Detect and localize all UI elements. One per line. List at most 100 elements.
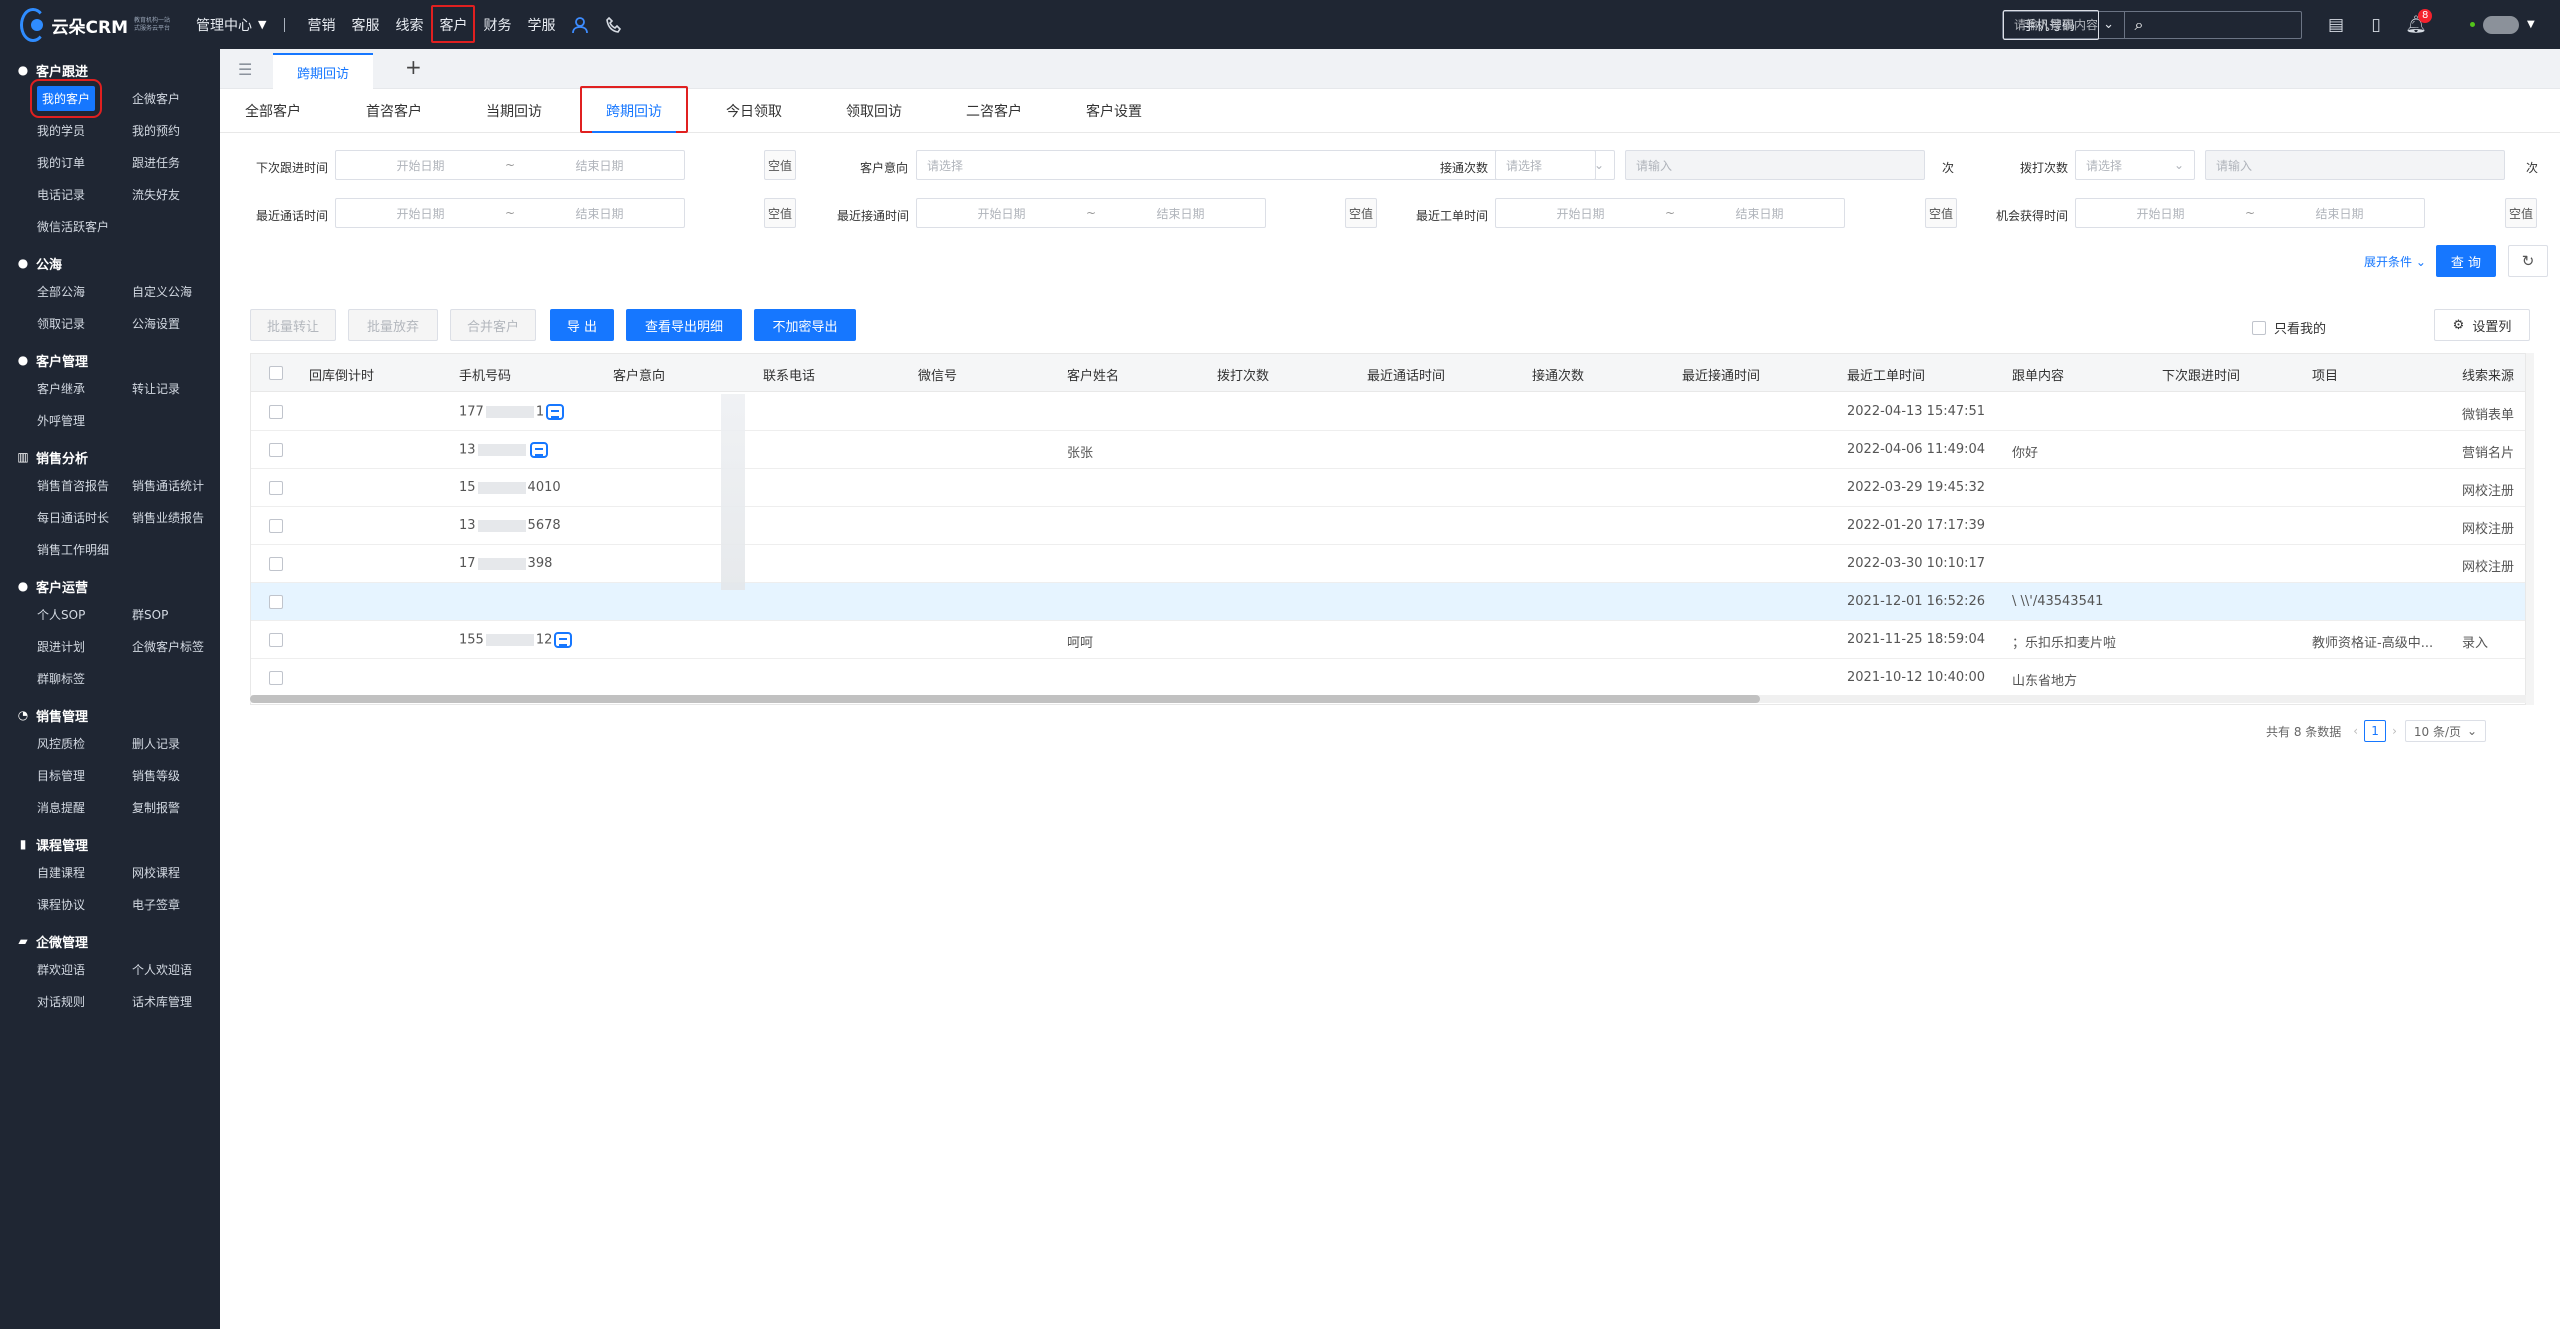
sidebar-item-chat-rules[interactable]: 对话规则	[0, 985, 110, 1017]
sidebar-item-lost-friends[interactable]: 流失好友	[110, 178, 220, 210]
subtab-first-consult[interactable]: 首咨客户	[366, 89, 422, 133]
search-input[interactable]: 请输入搜索内容	[2003, 9, 2100, 40]
view-export-details-button[interactable]: 查看导出明细	[626, 309, 742, 341]
sidebar-item-copy-alarm[interactable]: 复制报警	[110, 791, 220, 823]
table-row[interactable]: 177 1 2022-04-13 15:47:51 微销表单	[251, 393, 2525, 431]
col-recycle-countdown[interactable]: 回库倒计时	[309, 365, 374, 384]
next-follow-date-range[interactable]: 开始日期 ~ 结束日期	[335, 150, 685, 180]
sidebar-item-wecom-tags[interactable]: 企微客户标签	[110, 630, 220, 662]
select-all-checkbox[interactable]	[269, 366, 283, 380]
col-wechat[interactable]: 微信号	[918, 365, 957, 384]
intent-select[interactable]: 请选择	[916, 150, 1596, 180]
sidebar-item-risk-check[interactable]: 风控质检	[0, 727, 110, 759]
set-columns-button[interactable]: ⚙ 设置列	[2434, 309, 2530, 341]
row-checkbox[interactable]	[269, 519, 283, 533]
table-row[interactable]: 13 5678 2022-01-20 17:17:39 网校注册	[251, 507, 2525, 545]
last-connect-date-range[interactable]: 开始日期 ~ 结束日期	[916, 198, 1266, 228]
sidebar-item-daily-call-duration[interactable]: 每日通话时长	[0, 501, 110, 533]
sidebar-item-self-courses[interactable]: 自建课程	[0, 856, 110, 888]
sidebar-item-group-welcome[interactable]: 群欢迎语	[0, 953, 110, 985]
sidebar-item-sales-level[interactable]: 销售等级	[110, 759, 220, 791]
chance-time-null-button[interactable]: 空值	[2505, 198, 2537, 228]
sidebar-item-call-records[interactable]: 电话记录	[0, 178, 110, 210]
sidebar-item-call-stats[interactable]: 销售通话统计	[110, 469, 220, 501]
sidebar-item-e-signature[interactable]: 电子签章	[110, 888, 220, 920]
connect-count-operator-select[interactable]: 请选择 ⌄	[1495, 150, 1615, 180]
subtab-cross-period-visit[interactable]: 跨期回访	[580, 86, 688, 133]
table-row[interactable]: 2021-12-01 16:52:26 \ \\'/43543541	[251, 583, 2525, 621]
tab-cross-period-visit[interactable]: 跨期回访	[273, 53, 373, 89]
nav-customers[interactable]: 客户	[431, 0, 476, 49]
mobile-icon[interactable]: ▯	[2356, 15, 2396, 35]
nav-student-service[interactable]: 学服	[519, 0, 563, 49]
col-project[interactable]: 项目	[2312, 365, 2338, 384]
row-checkbox[interactable]	[269, 633, 283, 647]
sidebar-item-performance-report[interactable]: 销售业绩报告	[110, 501, 220, 533]
desktop-icon[interactable]: ▤	[2316, 15, 2356, 35]
sidebar-item-claim-records[interactable]: 领取记录	[0, 307, 110, 339]
page-size-select[interactable]: 10 条/页 ⌄	[2404, 720, 2487, 742]
sidebar-item-wecom-customers[interactable]: 企微客户	[110, 82, 220, 114]
table-row[interactable]: 17 398 2022-03-30 10:10:17 网校注册	[251, 545, 2525, 583]
manage-center-menu[interactable]: 管理中心 ▼	[188, 0, 278, 49]
last-ticket-null-button[interactable]: 空值	[1925, 198, 1957, 228]
sidebar-item-online-courses[interactable]: 网校课程	[110, 856, 220, 888]
col-last-call-time[interactable]: 最近通话时间	[1367, 365, 1445, 384]
customer-name-cell[interactable]: 呵呵	[1067, 632, 1093, 651]
table-row[interactable]: 2021-10-12 10:40:00 山东省地方	[251, 659, 2525, 697]
col-intent[interactable]: 客户意向	[613, 365, 665, 384]
row-checkbox[interactable]	[269, 557, 283, 571]
dial-phone-icon[interactable]	[529, 442, 548, 458]
col-phone[interactable]: 手机号码	[459, 365, 511, 384]
table-row[interactable]: 15 4010 2022-03-29 19:45:32 网校注册	[251, 469, 2525, 507]
user-menu[interactable]: ▼	[2470, 15, 2535, 34]
nav-leads[interactable]: 线索	[387, 0, 431, 49]
sidebar-item-personal-sop[interactable]: 个人SOP	[0, 598, 110, 630]
sidebar-item-wechat-active[interactable]: 微信活跃客户	[0, 210, 110, 242]
col-contact-phone[interactable]: 联系电话	[763, 365, 815, 384]
chance-time-date-range[interactable]: 开始日期 ~ 结束日期	[2075, 198, 2425, 228]
sidebar-item-my-appointments[interactable]: 我的预约	[110, 114, 220, 146]
row-checkbox[interactable]	[269, 443, 283, 457]
nav-finance[interactable]: 财务	[475, 0, 519, 49]
user-icon[interactable]	[563, 0, 597, 49]
dial-phone-icon[interactable]	[546, 404, 565, 420]
col-last-connect-time[interactable]: 最近接通时间	[1682, 365, 1760, 384]
table-vertical-scrollbar[interactable]	[2526, 353, 2534, 705]
table-row[interactable]: 13 张张 2022-04-06 11:49:04 你好 营销名片	[251, 431, 2525, 469]
query-button[interactable]: 查 询	[2436, 245, 2496, 277]
unencrypted-export-button[interactable]: 不加密导出	[754, 309, 856, 341]
row-checkbox[interactable]	[269, 405, 283, 419]
prev-page-icon[interactable]: ‹	[2353, 724, 2358, 738]
subtab-second-consult[interactable]: 二咨客户	[966, 89, 1022, 133]
sidebar-item-pool-settings[interactable]: 公海设置	[110, 307, 220, 339]
scrollbar-thumb[interactable]	[250, 695, 1760, 703]
dial-count-input[interactable]: 请输入	[2205, 150, 2505, 180]
col-last-ticket-time[interactable]: 最近工单时间	[1847, 365, 1925, 384]
menu-collapse-icon[interactable]: ☰	[238, 60, 252, 79]
search-icon[interactable]: ⌕	[2125, 15, 2153, 35]
nav-service[interactable]: 客服	[343, 0, 387, 49]
table-horizontal-scrollbar[interactable]	[250, 695, 2526, 703]
sidebar-item-message-alerts[interactable]: 消息提醒	[0, 791, 110, 823]
sidebar-item-my-students[interactable]: 我的学员	[0, 114, 110, 146]
bell-icon[interactable]: 🔔︎ 8	[2396, 8, 2436, 35]
add-tab-icon[interactable]: +	[405, 55, 422, 79]
merge-customers-button[interactable]: 合并客户	[450, 309, 536, 341]
sidebar-item-transfer-records[interactable]: 转让记录	[110, 372, 220, 404]
last-call-date-range[interactable]: 开始日期 ~ 结束日期	[335, 198, 685, 228]
dial-count-operator-select[interactable]: 请选择 ⌄	[2075, 150, 2195, 180]
sidebar-item-group-chat-tags[interactable]: 群聊标签	[0, 662, 110, 694]
phone-call-icon[interactable]	[597, 0, 631, 49]
next-follow-null-button[interactable]: 空值	[764, 150, 796, 180]
col-lead-source[interactable]: 线索来源	[2462, 365, 2514, 384]
col-next-follow-time[interactable]: 下次跟进时间	[2162, 365, 2240, 384]
sidebar-item-course-agreement[interactable]: 课程协议	[0, 888, 110, 920]
row-checkbox[interactable]	[269, 481, 283, 495]
checkbox[interactable]	[2252, 320, 2266, 335]
sidebar-item-personal-welcome[interactable]: 个人欢迎语	[110, 953, 220, 985]
sidebar-item-follow-tasks[interactable]: 跟进任务	[110, 146, 220, 178]
refresh-icon[interactable]: ↻	[2508, 245, 2548, 277]
last-call-null-button[interactable]: 空值	[764, 198, 796, 228]
dial-phone-icon[interactable]	[554, 632, 573, 648]
